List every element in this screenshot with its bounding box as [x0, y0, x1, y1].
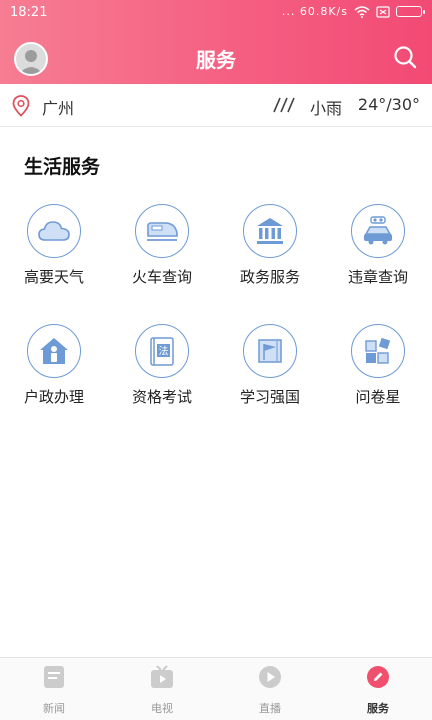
weather-condition: 小雨 — [310, 99, 343, 118]
service-exam[interactable]: 法 资格考试 — [112, 324, 212, 407]
tab-tv[interactable]: 电视 — [122, 664, 202, 716]
tab-label: 电视 — [151, 702, 173, 715]
service-label: 违章查询 — [347, 268, 408, 286]
weather-city: 广州 — [42, 99, 75, 118]
service-icon-frame — [27, 204, 81, 258]
app-bar: 服务 — [0, 26, 432, 84]
status-bar: 18:21 ... 60.8K/s — [0, 0, 432, 26]
service-weather[interactable]: 高要天气 — [4, 204, 104, 287]
page-title: 服务 — [196, 48, 236, 72]
study-flag-icon — [258, 339, 282, 363]
location-pin-icon — [12, 95, 30, 117]
tab-service[interactable]: 服务 — [338, 664, 418, 716]
cloud-icon — [38, 221, 70, 241]
status-time: 18:21 — [10, 5, 48, 20]
wifi-icon — [354, 5, 370, 18]
service-label: 户政办理 — [23, 388, 84, 406]
sim-icon — [376, 5, 390, 18]
status-icons: ... 60.8K/s — [281, 5, 425, 18]
header: 18:21 ... 60.8K/s 服务 — [0, 0, 432, 84]
network-speed: ... 60.8K/s — [281, 5, 348, 18]
car-violation-icon — [364, 216, 392, 245]
service-train[interactable]: 火车查询 — [112, 204, 212, 287]
service-label: 政务服务 — [239, 268, 300, 286]
tab-live[interactable]: 直播 — [230, 664, 310, 716]
rain-icon — [273, 97, 295, 113]
weather-bar[interactable]: 广州 小雨 24°/30° — [0, 84, 432, 127]
service-label: 问卷星 — [355, 388, 401, 406]
service-label: 学习强国 — [239, 388, 300, 406]
train-icon — [147, 222, 178, 241]
news-icon — [44, 666, 64, 688]
law-book-icon: 法 — [150, 337, 174, 366]
play-icon — [259, 666, 281, 688]
tab-news[interactable]: 新闻 — [14, 664, 94, 716]
search-icon[interactable] — [392, 44, 418, 70]
service-study[interactable]: 学习强国 — [220, 324, 320, 407]
section-title: 生活服务 — [24, 156, 101, 178]
service-survey[interactable]: 问卷星 — [328, 324, 428, 407]
service-label: 高要天气 — [23, 268, 84, 286]
service-pen-icon — [367, 666, 389, 688]
government-building-icon — [257, 218, 283, 244]
service-icon-frame — [351, 324, 405, 378]
bottom-tab-bar: 新闻 电视 直播 服务 — [0, 657, 432, 720]
tab-label: 服务 — [367, 702, 389, 715]
service-violation[interactable]: 违章查询 — [328, 204, 428, 287]
survey-blocks-icon — [365, 337, 391, 364]
service-label: 资格考试 — [131, 388, 192, 406]
tv-icon — [151, 665, 173, 688]
service-icon-frame — [27, 324, 81, 378]
service-government[interactable]: 政务服务 — [220, 204, 320, 287]
svg-text:法: 法 — [159, 345, 169, 358]
service-household[interactable]: 户政办理 — [4, 324, 104, 407]
service-icon-frame — [351, 204, 405, 258]
service-icon-frame — [243, 324, 297, 378]
tab-label: 新闻 — [43, 702, 65, 715]
battery-icon — [396, 6, 425, 17]
tab-label: 直播 — [259, 702, 281, 715]
service-icon-frame — [135, 204, 189, 258]
service-icon-frame — [243, 204, 297, 258]
household-icon — [40, 338, 68, 364]
service-icon-frame: 法 — [135, 324, 189, 378]
service-label: 火车查询 — [131, 268, 192, 286]
weather-temperature: 24°/30° — [357, 95, 420, 114]
